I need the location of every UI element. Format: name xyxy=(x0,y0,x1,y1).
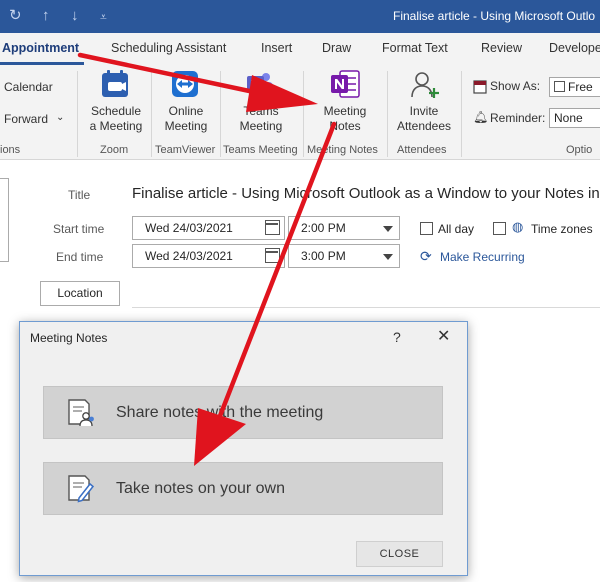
tab-format-text[interactable]: Format Text xyxy=(382,41,448,55)
title-label: Title xyxy=(68,188,91,202)
ribbon-tabs: Appointment Scheduling Assistant Insert … xyxy=(0,33,600,65)
group-label-meeting-notes: Meeting Notes xyxy=(307,144,378,156)
show-as-icon xyxy=(473,80,487,97)
group-label-actions: ions xyxy=(0,144,21,156)
invite-attendees-line1: Invite xyxy=(409,104,439,118)
show-as-label: Show As: xyxy=(490,79,541,93)
window-title: Finalise article - Using Microsoft Outlo xyxy=(393,9,596,23)
invite-attendees-icon[interactable] xyxy=(410,70,440,103)
shared-notes-icon xyxy=(66,398,96,431)
reminder-value: None xyxy=(554,111,583,125)
meeting-notes-line2: Notes xyxy=(329,119,361,133)
ribbon: Calendar Forward ⌄ ions Schedule a Meeti… xyxy=(0,65,600,160)
send-button-edge[interactable] xyxy=(0,178,9,262)
teams-icon[interactable] xyxy=(246,70,274,101)
time-zones-label: Time zones xyxy=(531,222,593,236)
group-separator xyxy=(387,71,388,157)
reminder-select[interactable]: None xyxy=(549,108,600,128)
meeting-notes-line1: Meeting xyxy=(323,104,367,118)
invite-attendees-button[interactable]: Invite Attendees xyxy=(394,104,454,134)
invite-attendees-line2: Attendees xyxy=(396,119,452,133)
reminder-label: Reminder: xyxy=(490,111,546,125)
take-notes-button[interactable]: Take notes on your own xyxy=(43,462,443,515)
schedule-meeting-button[interactable]: Schedule a Meeting xyxy=(86,104,146,134)
group-separator xyxy=(77,71,78,157)
teams-meeting-line2: Meeting xyxy=(239,119,283,133)
show-as-select[interactable]: Free xyxy=(549,77,600,97)
start-time-value: 2:00 PM xyxy=(301,221,346,235)
show-as-color-swatch xyxy=(554,81,565,92)
start-time-field[interactable]: 2:00 PM xyxy=(288,216,400,240)
group-label-zoom: Zoom xyxy=(100,144,129,156)
group-label-attendees: Attendees xyxy=(397,144,447,156)
teams-meeting-line1: Teams xyxy=(243,104,279,118)
arrow-down-icon[interactable]: ↓ xyxy=(71,7,79,25)
take-notes-label: Take notes on your own xyxy=(116,480,285,497)
refresh-icon[interactable]: ↻ xyxy=(9,7,22,25)
edit-notes-icon xyxy=(66,474,96,507)
meeting-notes-button[interactable]: Meeting Notes xyxy=(315,104,375,134)
tab-appointment[interactable]: Appointment xyxy=(2,41,79,55)
calendar-button[interactable]: Calendar xyxy=(4,80,53,95)
group-separator xyxy=(220,71,221,157)
location-button[interactable]: Location xyxy=(40,281,120,306)
recurrence-icon: ⟳ xyxy=(420,248,432,264)
share-notes-label: Share notes with the meeting xyxy=(116,404,324,421)
teams-meeting-button[interactable]: Teams Meeting xyxy=(231,104,291,134)
share-notes-button[interactable]: Share notes with the meeting xyxy=(43,386,443,439)
customize-qat-icon[interactable]: ⩡ xyxy=(100,8,107,26)
title-bar: ↻ ↑ ↓ ⩡ Finalise article - Using Microso… xyxy=(0,0,600,33)
calendar-icon[interactable] xyxy=(265,220,280,235)
start-date-field[interactable]: Wed 24/03/2021 xyxy=(132,216,285,240)
all-day-label: All day xyxy=(438,222,475,236)
group-label-teamviewer: TeamViewer xyxy=(155,144,216,156)
end-time-label: End time xyxy=(56,250,104,264)
close-icon[interactable]: ✕ xyxy=(437,326,450,346)
show-as-value: Free xyxy=(568,80,593,94)
help-icon[interactable]: ? xyxy=(393,329,401,345)
arrow-up-icon[interactable]: ↑ xyxy=(42,7,50,25)
make-recurring-link[interactable]: Make Recurring xyxy=(440,250,525,264)
time-zones-checkbox[interactable] xyxy=(493,222,506,235)
tab-review[interactable]: Review xyxy=(481,41,522,55)
close-button[interactable]: CLOSE xyxy=(356,541,443,567)
tab-draw[interactable]: Draw xyxy=(322,41,351,55)
zoom-calendar-icon[interactable] xyxy=(101,70,129,101)
schedule-meeting-line1: Schedule xyxy=(90,104,142,118)
online-meeting-button[interactable]: Online Meeting xyxy=(156,104,216,134)
tab-insert[interactable]: Insert xyxy=(261,41,292,55)
teamviewer-icon[interactable] xyxy=(171,70,199,101)
tab-scheduling-assistant[interactable]: Scheduling Assistant xyxy=(111,41,226,55)
schedule-meeting-line2: a Meeting xyxy=(89,119,143,133)
tab-developer[interactable]: Develope xyxy=(549,41,600,55)
dropdown-arrow-icon[interactable] xyxy=(383,226,393,232)
dialog-title: Meeting Notes xyxy=(30,331,108,345)
group-separator xyxy=(461,71,462,157)
start-date-value: Wed 24/03/2021 xyxy=(145,221,233,235)
group-separator xyxy=(303,71,304,157)
end-date-value: Wed 24/03/2021 xyxy=(145,249,233,263)
globe-icon: ◍ xyxy=(512,219,524,234)
forward-dropdown-icon[interactable]: ⌄ xyxy=(56,110,64,125)
end-time-value: 3:00 PM xyxy=(301,249,346,263)
forward-button[interactable]: Forward xyxy=(4,112,48,127)
group-label-options: Optio xyxy=(566,144,593,156)
start-time-label: Start time xyxy=(53,222,105,236)
title-input[interactable]: Finalise article - Using Microsoft Outlo… xyxy=(132,185,600,202)
dropdown-arrow-icon[interactable] xyxy=(383,254,393,260)
meeting-notes-dialog: Meeting Notes ? ✕ Share notes with the m… xyxy=(19,321,468,576)
all-day-checkbox[interactable] xyxy=(420,222,433,235)
group-label-teams-meeting: Teams Meeting xyxy=(223,144,298,156)
end-date-field[interactable]: Wed 24/03/2021 xyxy=(132,244,285,268)
bell-icon: 🔔︎ xyxy=(473,110,489,124)
calendar-icon[interactable] xyxy=(265,248,280,263)
location-input[interactable] xyxy=(132,307,600,308)
online-meeting-line2: Meeting xyxy=(164,119,208,133)
end-time-field[interactable]: 3:00 PM xyxy=(288,244,400,268)
onenote-icon[interactable] xyxy=(330,70,360,101)
group-separator xyxy=(151,71,152,157)
online-meeting-line1: Online xyxy=(168,104,204,118)
